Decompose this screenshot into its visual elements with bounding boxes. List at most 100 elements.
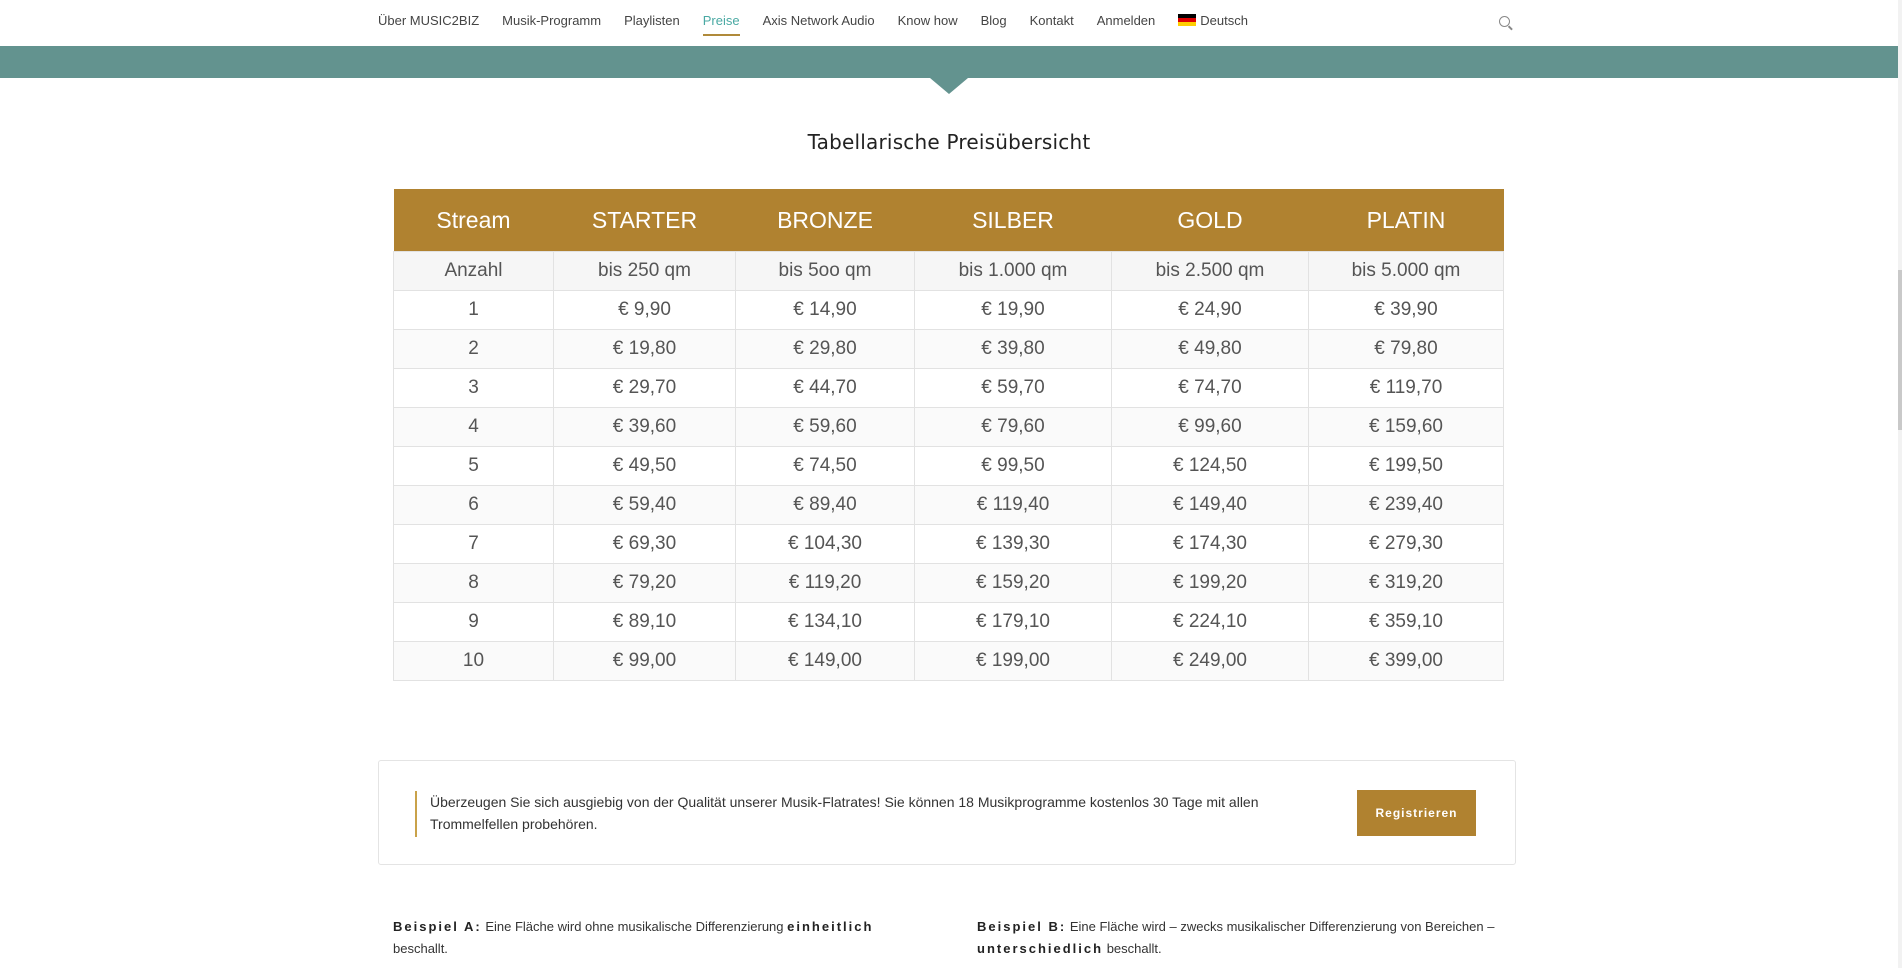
table-cell: € 79,20 xyxy=(553,563,736,603)
nav-item-preise[interactable]: Preise xyxy=(702,0,740,44)
nav-item-blog[interactable]: Blog xyxy=(981,0,1007,44)
table-cell: € 99,50 xyxy=(914,446,1112,486)
table-cell: € 39,60 xyxy=(553,407,736,447)
callout-accent-bar xyxy=(415,791,417,837)
example-b-emphasis: unterschiedlich xyxy=(977,941,1104,956)
scrollbar-track[interactable] xyxy=(1898,0,1902,968)
column-header-bronze: BRONZE xyxy=(735,189,915,252)
table-row: 9 € 89,10 € 134,10 € 179,10 € 224,10 € 359,10 xyxy=(393,602,1504,642)
table-header-row: Stream STARTER BRONZE SILBER GOLD PLATIN xyxy=(393,189,1504,252)
table-cell: € 29,70 xyxy=(553,368,736,408)
table-cell: 10 xyxy=(393,641,554,681)
example-b-end: beschallt. xyxy=(1106,941,1162,956)
table-cell: € 59,60 xyxy=(735,407,915,447)
table-cell: € 279,30 xyxy=(1308,524,1504,564)
table-cell: € 149,40 xyxy=(1111,485,1309,525)
example-b-label: Beispiel B: xyxy=(977,919,1067,934)
table-cell: € 239,40 xyxy=(1308,485,1504,525)
table-cell: € 49,80 xyxy=(1111,329,1309,369)
table-cell: 4 xyxy=(393,407,554,447)
table-cell: € 359,10 xyxy=(1308,602,1504,642)
table-cell: 6 xyxy=(393,485,554,525)
table-cell: € 79,80 xyxy=(1308,329,1504,369)
nav-item-ueber[interactable]: Über MUSIC2BIZ xyxy=(378,0,479,44)
table-cell: bis 5.000 qm xyxy=(1308,251,1504,291)
table-cell: 3 xyxy=(393,368,554,408)
table-cell: € 79,60 xyxy=(914,407,1112,447)
table-cell: € 89,10 xyxy=(553,602,736,642)
example-a-end: beschallt. xyxy=(393,941,448,956)
register-button[interactable]: Registrieren xyxy=(1357,790,1476,836)
table-row: 2 € 19,80 € 29,80 € 39,80 € 49,80 € 79,80 xyxy=(393,329,1504,369)
table-cell: € 59,40 xyxy=(553,485,736,525)
example-b: Beispiel B: Eine Fläche wird – zwecks mu… xyxy=(977,916,1517,960)
table-cell: 1 xyxy=(393,290,554,330)
table-cell: € 19,90 xyxy=(914,290,1112,330)
table-cell: € 199,20 xyxy=(1111,563,1309,603)
table-cell: € 319,20 xyxy=(1308,563,1504,603)
table-row: 6 € 59,40 € 89,40 € 119,40 € 149,40 € 239,40 xyxy=(393,485,1504,525)
nav-item-know-how[interactable]: Know how xyxy=(898,0,958,44)
nav-menu: Über MUSIC2BIZ Musik-Programm Playlisten Pr… xyxy=(378,0,1271,44)
table-cell: 5 xyxy=(393,446,554,486)
table-row: 10 € 99,00 € 149,00 € 199,00 € 249,00 € 399,0… xyxy=(393,641,1504,681)
table-cell: € 399,00 xyxy=(1308,641,1504,681)
language-label: Deutsch xyxy=(1200,13,1248,28)
table-cell: € 99,00 xyxy=(553,641,736,681)
scrollbar-thumb[interactable] xyxy=(1898,270,1902,430)
callout-text: Überzeugen Sie sich ausgiebig von der Qu… xyxy=(430,794,1259,832)
table-cell: € 39,90 xyxy=(1308,290,1504,330)
table-cell: € 134,10 xyxy=(735,602,915,642)
column-header-starter: STARTER xyxy=(553,189,736,252)
table-row: 3 € 29,70 € 44,70 € 59,70 € 74,70 € 119,70 xyxy=(393,368,1504,408)
table-cell: 9 xyxy=(393,602,554,642)
table-cell: € 224,10 xyxy=(1111,602,1309,642)
table-cell: € 199,50 xyxy=(1308,446,1504,486)
table-cell: € 49,50 xyxy=(553,446,736,486)
table-cell: € 74,70 xyxy=(1111,368,1309,408)
table-cell: bis 250 qm xyxy=(553,251,736,291)
table-cell: bis 1.000 qm xyxy=(914,251,1112,291)
table-cell: € 174,30 xyxy=(1111,524,1309,564)
page-title: Tabellarische Preisübersicht xyxy=(807,130,1091,154)
nav-item-musik-programm[interactable]: Musik-Programm xyxy=(502,0,601,44)
table-cell: € 159,20 xyxy=(914,563,1112,603)
table-cell: € 139,30 xyxy=(914,524,1112,564)
example-b-text: Eine Fläche wird – zwecks musikalischer … xyxy=(1069,919,1495,934)
table-cell: € 14,90 xyxy=(735,290,915,330)
language-switcher[interactable]: Deutsch xyxy=(1178,0,1248,44)
table-cell: 2 xyxy=(393,329,554,369)
table-cell: € 199,00 xyxy=(914,641,1112,681)
table-cell: € 9,90 xyxy=(553,290,736,330)
nav-item-kontakt[interactable]: Kontakt xyxy=(1030,0,1074,44)
table-row: 5 € 49,50 € 74,50 € 99,50 € 124,50 € 199,50 xyxy=(393,446,1504,486)
table-cell: € 99,60 xyxy=(1111,407,1309,447)
nav-item-anmelden[interactable]: Anmelden xyxy=(1097,0,1156,44)
table-cell: € 39,80 xyxy=(914,329,1112,369)
table-row: 7 € 69,30 € 104,30 € 139,30 € 174,30 € 279,30 xyxy=(393,524,1504,564)
table-row: 1 € 9,90 € 14,90 € 19,90 € 24,90 € 39,90 xyxy=(393,290,1504,330)
table-cell: € 149,00 xyxy=(735,641,915,681)
header-band xyxy=(0,46,1898,78)
table-cell: 7 xyxy=(393,524,554,564)
nav-item-axis[interactable]: Axis Network Audio xyxy=(763,0,875,44)
column-header-platin: PLATIN xyxy=(1308,189,1504,252)
example-a-text: Eine Fläche wird ohne musikalische Diffe… xyxy=(485,919,784,934)
table-cell: € 89,40 xyxy=(735,485,915,525)
german-flag-icon xyxy=(1178,14,1197,26)
search-icon[interactable] xyxy=(1499,16,1510,27)
nav-item-playlisten[interactable]: Playlisten xyxy=(624,0,680,44)
table-cell: Anzahl xyxy=(393,251,554,291)
table-cell: € 69,30 xyxy=(553,524,736,564)
table-cell: € 44,70 xyxy=(735,368,915,408)
table-cell: € 59,70 xyxy=(914,368,1112,408)
table-cell: € 124,50 xyxy=(1111,446,1309,486)
trial-callout: Überzeugen Sie sich ausgiebig von der Qu… xyxy=(378,760,1516,865)
table-cell: € 104,30 xyxy=(735,524,915,564)
top-navigation: Über MUSIC2BIZ Musik-Programm Playlisten Pr… xyxy=(0,0,1898,47)
table-cell: € 29,80 xyxy=(735,329,915,369)
table-cell: € 119,40 xyxy=(914,485,1112,525)
example-a-emphasis: einheitlich xyxy=(787,919,874,934)
table-cell: bis 5oo qm xyxy=(735,251,915,291)
table-row: 8 € 79,20 € 119,20 € 159,20 € 199,20 € 319,20 xyxy=(393,563,1504,603)
